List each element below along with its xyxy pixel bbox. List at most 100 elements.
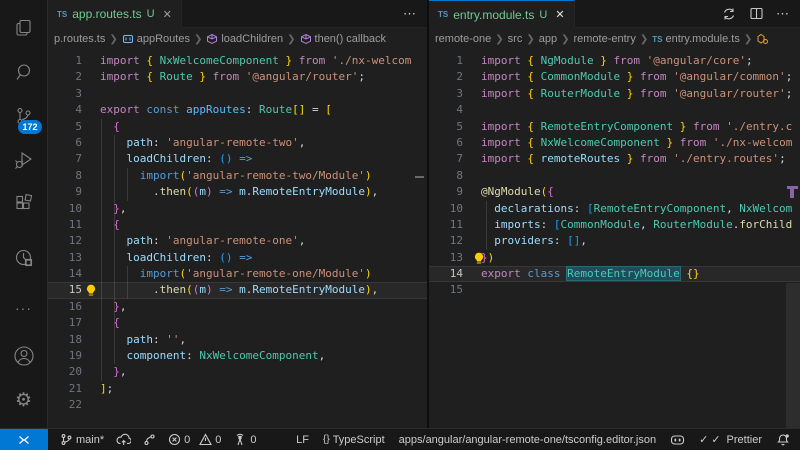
lightbulb-icon[interactable]: [85, 284, 97, 297]
git-status-badge: U: [539, 9, 547, 21]
settings-gear-icon[interactable]: ⚙: [0, 378, 48, 422]
cloud-upload-icon: [116, 433, 131, 446]
code-line[interactable]: 12 path: 'angular-remote-one',: [48, 233, 427, 249]
code-line[interactable]: 20 },: [48, 364, 427, 380]
breadcrumb-symbol-approutes[interactable]: appRoutes: [122, 33, 190, 45]
code-line[interactable]: 11 {: [48, 217, 427, 233]
code-line[interactable]: 6 path: 'angular-remote-two',: [48, 135, 427, 151]
code-line[interactable]: 16 },: [48, 299, 427, 315]
code-line[interactable]: 19 component: NxWelcomeComponent,: [48, 348, 427, 364]
search-icon[interactable]: [0, 50, 48, 94]
code-line[interactable]: 21];: [48, 381, 427, 397]
notifications-bell[interactable]: [776, 433, 790, 447]
breadcrumb-symbol-then-callback[interactable]: then() callback: [300, 33, 387, 45]
code-line[interactable]: 12 providers: [],: [429, 233, 800, 249]
code-line[interactable]: 13 loadChildren: () =>: [48, 250, 427, 266]
breadcrumb-symbol-class[interactable]: [756, 33, 768, 45]
code-editor-left[interactable]: 1import { NxWelcomeComponent } from './n…: [48, 50, 427, 428]
formatter-status[interactable]: ✓✓ Prettier: [699, 433, 762, 446]
breadcrumb-folder[interactable]: app: [539, 33, 557, 45]
glyph-margin: [82, 250, 100, 266]
explorer-icon[interactable]: [0, 6, 48, 50]
code-line[interactable]: 4export const appRoutes: Route[] = [: [48, 102, 427, 118]
code-line[interactable]: 5 {: [48, 119, 427, 135]
editor-actions-more-icon[interactable]: ⋯: [776, 6, 790, 22]
copilot-status[interactable]: [670, 433, 685, 446]
code-line[interactable]: 3: [48, 86, 427, 102]
overview-ruler-right[interactable]: [786, 50, 800, 428]
code-line[interactable]: 3import { RouterModule } from '@angular/…: [429, 86, 800, 102]
breadcrumb-symbol-loadchildren[interactable]: loadChildren: [206, 33, 283, 45]
overview-ruler-left[interactable]: [413, 50, 427, 428]
code-line-content: ];: [100, 381, 113, 397]
eol-indicator[interactable]: LF: [296, 434, 309, 446]
editor-area: TS app.routes.ts U ✕ ⋯ p.routes.ts ❯ app…: [48, 0, 800, 428]
remote-indicator[interactable]: [0, 429, 48, 450]
code-line[interactable]: 2import { CommonModule } from '@angular/…: [429, 69, 800, 85]
code-line-content: export class RemoteEntryModule {}: [481, 266, 700, 282]
radio-tower-icon: [233, 433, 247, 446]
editor-actions-more-icon[interactable]: ⋯: [403, 6, 417, 22]
code-line-content: import('angular-remote-one/Module'): [100, 266, 372, 282]
source-control-icon[interactable]: 172: [0, 94, 48, 138]
merge-status-indicator[interactable]: [143, 433, 156, 446]
code-line-content: import { Route } from '@angular/router';: [100, 69, 365, 85]
line-number: 14: [48, 266, 82, 282]
code-line[interactable]: 15: [429, 282, 800, 298]
branch-indicator[interactable]: main*: [60, 433, 104, 446]
code-line[interactable]: 7 loadChildren: () =>: [48, 151, 427, 167]
lightbulb-icon[interactable]: [473, 252, 485, 265]
tab-entry-module[interactable]: TS entry.module.ts U ✕: [429, 0, 575, 28]
code-line[interactable]: 5import { RemoteEntryComponent } from '.…: [429, 119, 800, 135]
publish-changes-button[interactable]: [116, 433, 131, 446]
code-line[interactable]: 2import { Route } from '@angular/router'…: [48, 69, 427, 85]
line-number: 1: [429, 53, 463, 69]
ports-indicator[interactable]: 0: [233, 433, 256, 446]
language-mode-indicator[interactable]: {} TypeScript: [323, 434, 385, 446]
run-and-debug-icon[interactable]: [0, 138, 48, 182]
breadcrumb-folder[interactable]: src: [508, 33, 523, 45]
code-line-content: },: [100, 299, 127, 315]
code-line[interactable]: 1import { NxWelcomeComponent } from './n…: [48, 53, 427, 69]
code-line[interactable]: 1import { NgModule } from '@angular/core…: [429, 53, 800, 69]
line-number: 2: [429, 69, 463, 85]
problems-indicator[interactable]: 0 0: [168, 433, 221, 446]
code-line[interactable]: 17 {: [48, 315, 427, 331]
extensions-icon[interactable]: [0, 182, 48, 226]
code-line[interactable]: 14 import('angular-remote-one/Module'): [48, 266, 427, 282]
code-line[interactable]: 22: [48, 397, 427, 413]
code-editor-right[interactable]: 1import { NgModule } from '@angular/core…: [429, 50, 800, 428]
code-line[interactable]: 10 },: [48, 201, 427, 217]
code-line[interactable]: 9@NgModule({: [429, 184, 800, 200]
chevron-right-icon: ❯: [526, 34, 534, 45]
typescript-file-icon: TS: [652, 35, 662, 44]
breadcrumb-folder[interactable]: remote-entry: [573, 33, 635, 45]
code-line[interactable]: 13}): [429, 250, 800, 266]
glyph-margin: [463, 282, 481, 298]
scrollbar-slider[interactable]: [786, 283, 800, 428]
code-line[interactable]: 4: [429, 102, 800, 118]
open-changes-icon[interactable]: [721, 6, 737, 22]
code-line[interactable]: 18 path: '',: [48, 332, 427, 348]
nx-console-icon[interactable]: [0, 236, 48, 280]
code-line[interactable]: 7import { remoteRoutes } from './entry.r…: [429, 151, 800, 167]
breadcrumb-file[interactable]: p.routes.ts: [54, 33, 105, 45]
code-line[interactable]: 6import { NxWelcomeComponent } from './n…: [429, 135, 800, 151]
close-icon[interactable]: ✕: [555, 8, 564, 21]
code-line[interactable]: 14export class RemoteEntryModule {}: [429, 266, 800, 282]
accounts-icon[interactable]: [0, 334, 48, 378]
code-line[interactable]: 8 import('angular-remote-two/Module'): [48, 168, 427, 184]
tab-app-routes[interactable]: TS app.routes.ts U ✕: [48, 0, 182, 28]
code-line[interactable]: 8: [429, 168, 800, 184]
close-icon[interactable]: ✕: [163, 8, 172, 21]
split-editor-icon[interactable]: [749, 6, 764, 21]
breadcrumb-file[interactable]: TS entry.module.ts: [652, 33, 740, 45]
glyph-margin: [463, 86, 481, 102]
code-line[interactable]: 10 declarations: [RemoteEntryComponent, …: [429, 201, 800, 217]
more-actions-icon[interactable]: ···: [0, 286, 48, 330]
ts-config-indicator[interactable]: apps/angular/angular-remote-one/tsconfig…: [399, 434, 656, 446]
code-line[interactable]: 11 imports: [CommonModule, RouterModule.…: [429, 217, 800, 233]
breadcrumb-folder[interactable]: remote-one: [435, 33, 491, 45]
code-line[interactable]: 15 .then((m) => m.RemoteEntryModule),: [48, 282, 427, 298]
code-line[interactable]: 9 .then((m) => m.RemoteEntryModule),: [48, 184, 427, 200]
